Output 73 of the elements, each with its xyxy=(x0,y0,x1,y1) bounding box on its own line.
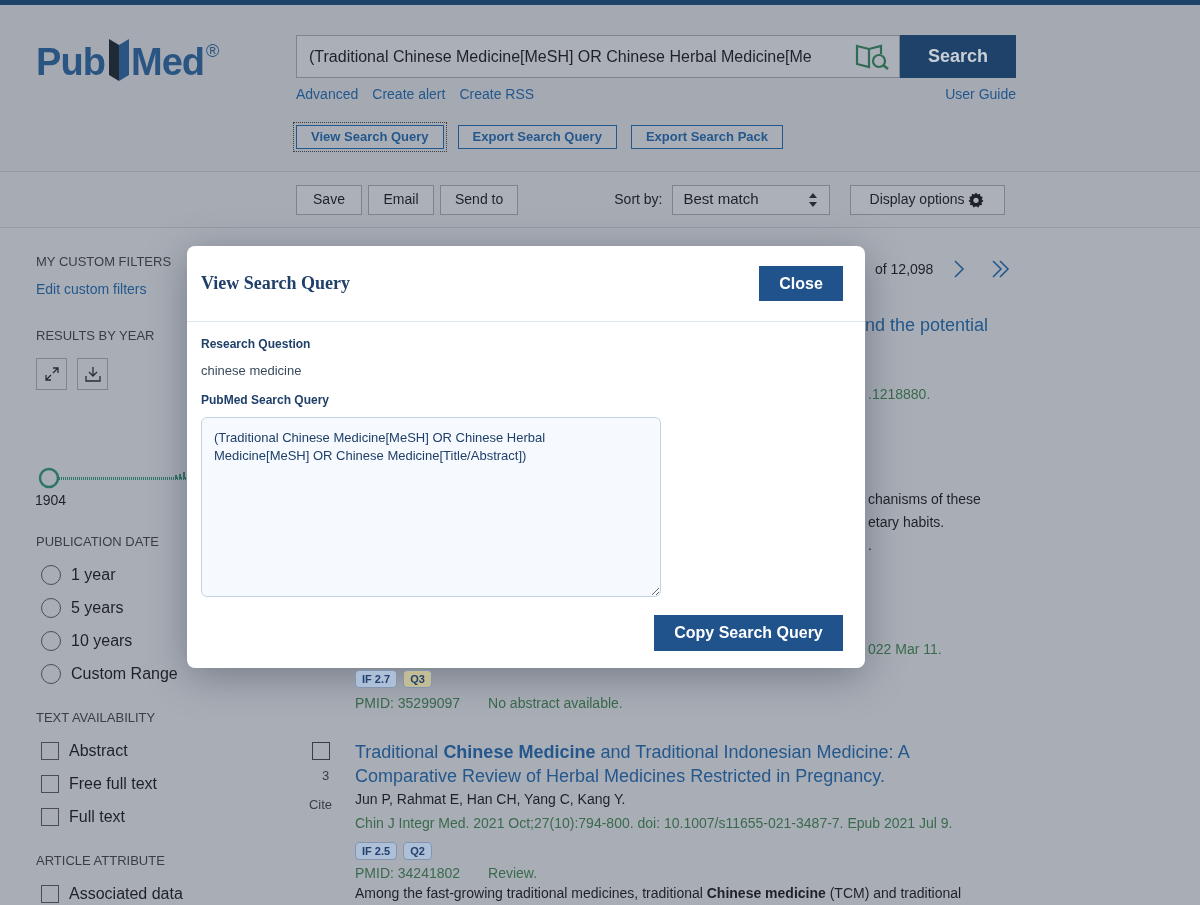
article-note: Review. xyxy=(488,864,538,883)
close-button[interactable]: Close xyxy=(759,266,843,301)
search-query-field[interactable]: (Traditional Chinese Medicine[MeSH] OR Chinese Herbal Medicine[MeSH] OR Chinese Medicine[Title/Abstract]) xyxy=(201,416,661,597)
section-heading: ARTICLE ATTRIBUTE xyxy=(36,853,165,869)
gear-icon xyxy=(968,191,985,208)
search-field[interactable]: (Traditional Chinese Medicine[MeSH] OR Chinese Herbal Medicine[Me xyxy=(296,35,900,78)
option-label: 5 years xyxy=(71,598,124,618)
expand-button[interactable] xyxy=(36,358,67,390)
cite-link[interactable]: Cite xyxy=(308,794,333,814)
citation-text: 022 Mar 11. xyxy=(868,641,942,657)
sort-select[interactable]: Best match xyxy=(671,184,830,215)
checkbox[interactable] xyxy=(41,808,59,826)
article-title[interactable]: Traditional Chinese Medicine and Traditional Indonesian Medicine: A Comparative Review of Herbal Medicines Restricted in Pregnancy. xyxy=(355,740,915,788)
research-question-text: chinese medicine xyxy=(201,362,303,380)
authors-text: Jun P, Rahmat E, Han CH, Yang C, Kang Y. xyxy=(355,790,627,809)
checkbox[interactable] xyxy=(41,775,59,793)
dialog-title: View Search Query xyxy=(201,272,350,295)
abstract-text: . xyxy=(868,536,872,555)
option-label: Abstract xyxy=(69,741,128,761)
option-label: Full text xyxy=(69,807,125,827)
query-action-button[interactable]: View Search Query xyxy=(293,122,447,152)
option-label: Custom Range xyxy=(71,664,178,684)
citation-text: .1218880. xyxy=(868,386,931,402)
section-heading: RESULTS BY YEAR xyxy=(36,328,155,344)
toolbar-button[interactable]: Send to xyxy=(440,184,519,215)
option-label: 1 year xyxy=(71,565,116,585)
option-label: Free full text xyxy=(69,774,158,794)
metric-badge: Q3 xyxy=(403,670,432,688)
book-search-icon[interactable] xyxy=(854,42,890,70)
logo-text: Med xyxy=(130,43,205,81)
user-guide-link[interactable]: User Guide xyxy=(945,84,1016,105)
search-button[interactable]: Search xyxy=(900,35,1016,78)
download-icon xyxy=(84,366,101,382)
abstract-snippet: Among the fast-growing traditional medicines, traditional Chinese medicine (TCM) and traditional xyxy=(355,885,962,902)
next-page-icon[interactable] xyxy=(953,259,966,279)
metric-badge: Q2 xyxy=(403,842,432,860)
section-heading: MY CUSTOM FILTERS xyxy=(36,254,172,270)
citation-text: Chin J Integr Med. 2021 Oct;27(10):794-800. doi: 10.1007/s11655-021-3487-7. Epub 2021 Jul 9. xyxy=(355,814,954,833)
result-number: 3 xyxy=(321,767,330,785)
logo-text: Pub xyxy=(36,43,105,81)
pmid-text: PMID: 34241802 xyxy=(355,864,461,883)
header-link[interactable]: Create RSS xyxy=(459,84,535,105)
download-button[interactable] xyxy=(77,358,108,390)
edit-custom-filters-link[interactable]: Edit custom filters xyxy=(36,280,147,298)
option-label: Associated data xyxy=(69,884,183,904)
year-label: 1904 xyxy=(35,491,68,510)
page-count: of 12,098 xyxy=(875,259,934,279)
article-note: No abstract available. xyxy=(488,694,623,713)
checkbox[interactable] xyxy=(41,885,59,903)
header-link[interactable]: Create alert xyxy=(372,84,446,105)
field-label: PubMed Search Query xyxy=(201,391,331,409)
option-label: 10 years xyxy=(71,631,133,651)
header-link[interactable]: Advanced xyxy=(296,84,359,105)
abstract-text: etary habits. xyxy=(868,513,945,532)
sort-label: Sort by: xyxy=(614,190,663,209)
sort-arrows-icon xyxy=(807,191,818,208)
metric-badge: IF 2.5 xyxy=(355,842,398,860)
toolbar-button[interactable]: Email xyxy=(368,184,434,215)
article-checkbox[interactable] xyxy=(311,742,330,760)
registered-mark: ® xyxy=(206,40,220,63)
toolbar-button[interactable]: Save xyxy=(296,184,362,215)
section-heading: TEXT AVAILABILITY xyxy=(36,710,156,726)
pmid-text: PMID: 35299097 xyxy=(355,694,461,713)
section-heading: PUBLICATION DATE xyxy=(36,534,160,550)
checkbox[interactable] xyxy=(41,742,59,760)
field-label: Research Question xyxy=(201,336,312,353)
display-options-button[interactable]: Display options xyxy=(849,184,1005,215)
copy-search-query-button[interactable]: Copy Search Query xyxy=(654,614,843,651)
article-title[interactable]: nd the potential xyxy=(865,315,989,335)
expand-icon xyxy=(44,367,59,381)
last-page-icon[interactable] xyxy=(991,259,1012,279)
metric-badge: IF 2.7 xyxy=(355,670,398,688)
abstract-text: chanisms of these xyxy=(868,490,981,509)
